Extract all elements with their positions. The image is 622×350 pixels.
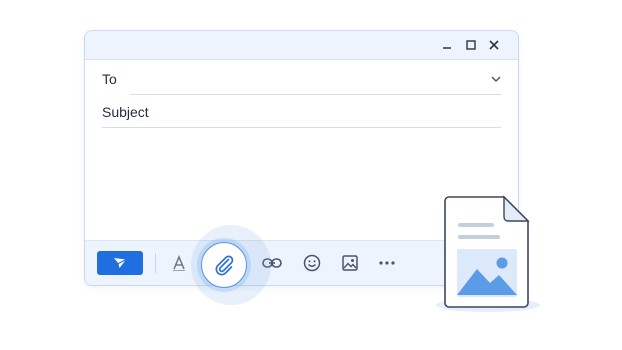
emoji-icon	[303, 254, 321, 272]
subject-placeholder: Subject	[102, 104, 149, 120]
more-options-button[interactable]	[376, 252, 398, 274]
text-format-icon	[173, 255, 185, 271]
to-label: To	[102, 71, 117, 87]
to-field-underline	[130, 94, 501, 95]
subject-field[interactable]: Subject	[102, 96, 501, 128]
image-icon	[342, 255, 358, 271]
maximize-icon	[466, 40, 476, 50]
close-button[interactable]	[486, 37, 502, 53]
minimize-button[interactable]	[439, 37, 455, 53]
text-format-button[interactable]	[168, 252, 190, 274]
insert-image-button[interactable]	[339, 252, 361, 274]
emoji-button[interactable]	[301, 252, 323, 274]
close-icon	[489, 40, 499, 50]
maximize-button[interactable]	[463, 37, 479, 53]
to-field-row[interactable]: To	[102, 63, 501, 95]
minimize-icon	[443, 47, 451, 49]
toolbar-separator	[155, 253, 156, 273]
chevron-down-icon[interactable]	[491, 75, 501, 83]
title-bar	[85, 31, 518, 60]
image-file-icon	[444, 195, 530, 308]
more-icon	[379, 261, 395, 265]
paperclip-icon	[215, 255, 234, 276]
send-icon	[114, 258, 127, 268]
subject-underline	[102, 127, 501, 128]
send-button[interactable]	[97, 251, 143, 275]
message-body[interactable]	[102, 135, 501, 235]
attach-file-button[interactable]	[201, 242, 247, 288]
